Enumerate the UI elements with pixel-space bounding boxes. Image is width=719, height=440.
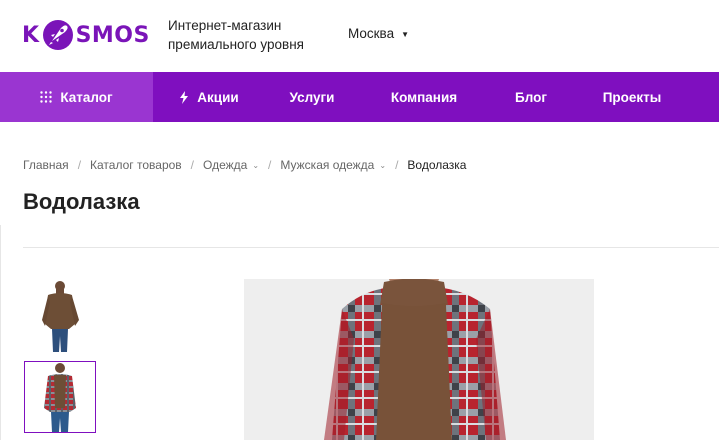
breadcrumb-label: Водолазка	[407, 158, 467, 172]
nav-label-services: Услуги	[289, 89, 335, 105]
grid-icon	[40, 91, 53, 103]
city-selector[interactable]: Москва ▼	[348, 26, 409, 41]
product-thumbnail[interactable]	[24, 280, 96, 352]
breadcrumb-label: Одежда	[203, 158, 248, 172]
nav-label-projects: Проекты	[602, 89, 662, 105]
page-title: Водолазка	[23, 189, 140, 214]
breadcrumb-label: Главная	[23, 158, 69, 172]
breadcrumb: Главная / Каталог товаров / Одежда ⌄ / Му…	[23, 158, 466, 172]
breadcrumb-label: Мужская одежда	[280, 158, 375, 172]
nav-label-sales: Акции	[197, 89, 239, 105]
logo[interactable]: K SMOS	[22, 16, 150, 54]
nav-label-catalog: Каталог	[60, 89, 113, 105]
nav-item-company[interactable]: Компания	[359, 72, 489, 122]
chevron-down-icon: ⌄	[252, 160, 260, 170]
breadcrumb-current: Водолазка	[407, 158, 466, 172]
nav-label-company: Компания	[390, 89, 458, 105]
turtleneck-with-plaid-shirt-image	[244, 279, 594, 440]
main-nav: Каталог Акции Услуги Компания Блог Проек…	[0, 72, 719, 122]
header: K SMOS Интернет-магазин премиального уро…	[0, 0, 719, 72]
nav-item-services[interactable]: Услуги	[265, 72, 359, 122]
chevron-down-icon: ⌄	[379, 160, 387, 170]
logo-text: K SMOS	[22, 18, 150, 52]
breadcrumb-clothing[interactable]: Одежда ⌄	[203, 158, 259, 172]
tagline-line-2: премиального уровня	[168, 37, 304, 52]
lightning-icon	[179, 90, 189, 104]
nav-item-projects[interactable]: Проекты	[573, 72, 691, 122]
turtleneck-front-image	[24, 280, 96, 352]
tagline-line-1: Интернет-магазин	[168, 18, 282, 33]
tagline: Интернет-магазин премиального уровня	[168, 16, 304, 54]
breadcrumb-home[interactable]: Главная	[23, 158, 69, 172]
breadcrumb-mens-clothing[interactable]: Мужская одежда ⌄	[280, 158, 386, 172]
divider	[0, 225, 1, 440]
breadcrumb-separator: /	[395, 158, 399, 172]
caret-down-icon: ▼	[401, 29, 410, 39]
breadcrumb-catalog[interactable]: Каталог товаров	[90, 158, 182, 172]
breadcrumb-label: Каталог товаров	[90, 158, 182, 172]
breadcrumb-separator: /	[190, 158, 195, 172]
rocket-icon	[42, 20, 73, 50]
nav-item-blog[interactable]: Блог	[489, 72, 573, 122]
nav-label-blog: Блог	[515, 89, 547, 105]
city-label: Москва	[348, 26, 395, 41]
nav-item-sales[interactable]: Акции	[153, 72, 265, 122]
product-thumbnail-selected[interactable]	[24, 361, 96, 433]
product-main-image[interactable]	[244, 279, 594, 440]
breadcrumb-separator: /	[268, 158, 272, 172]
divider	[23, 247, 719, 248]
breadcrumb-separator: /	[77, 158, 82, 172]
turtleneck-with-plaid-shirt-image	[25, 362, 95, 432]
nav-item-catalog[interactable]: Каталог	[0, 72, 153, 122]
